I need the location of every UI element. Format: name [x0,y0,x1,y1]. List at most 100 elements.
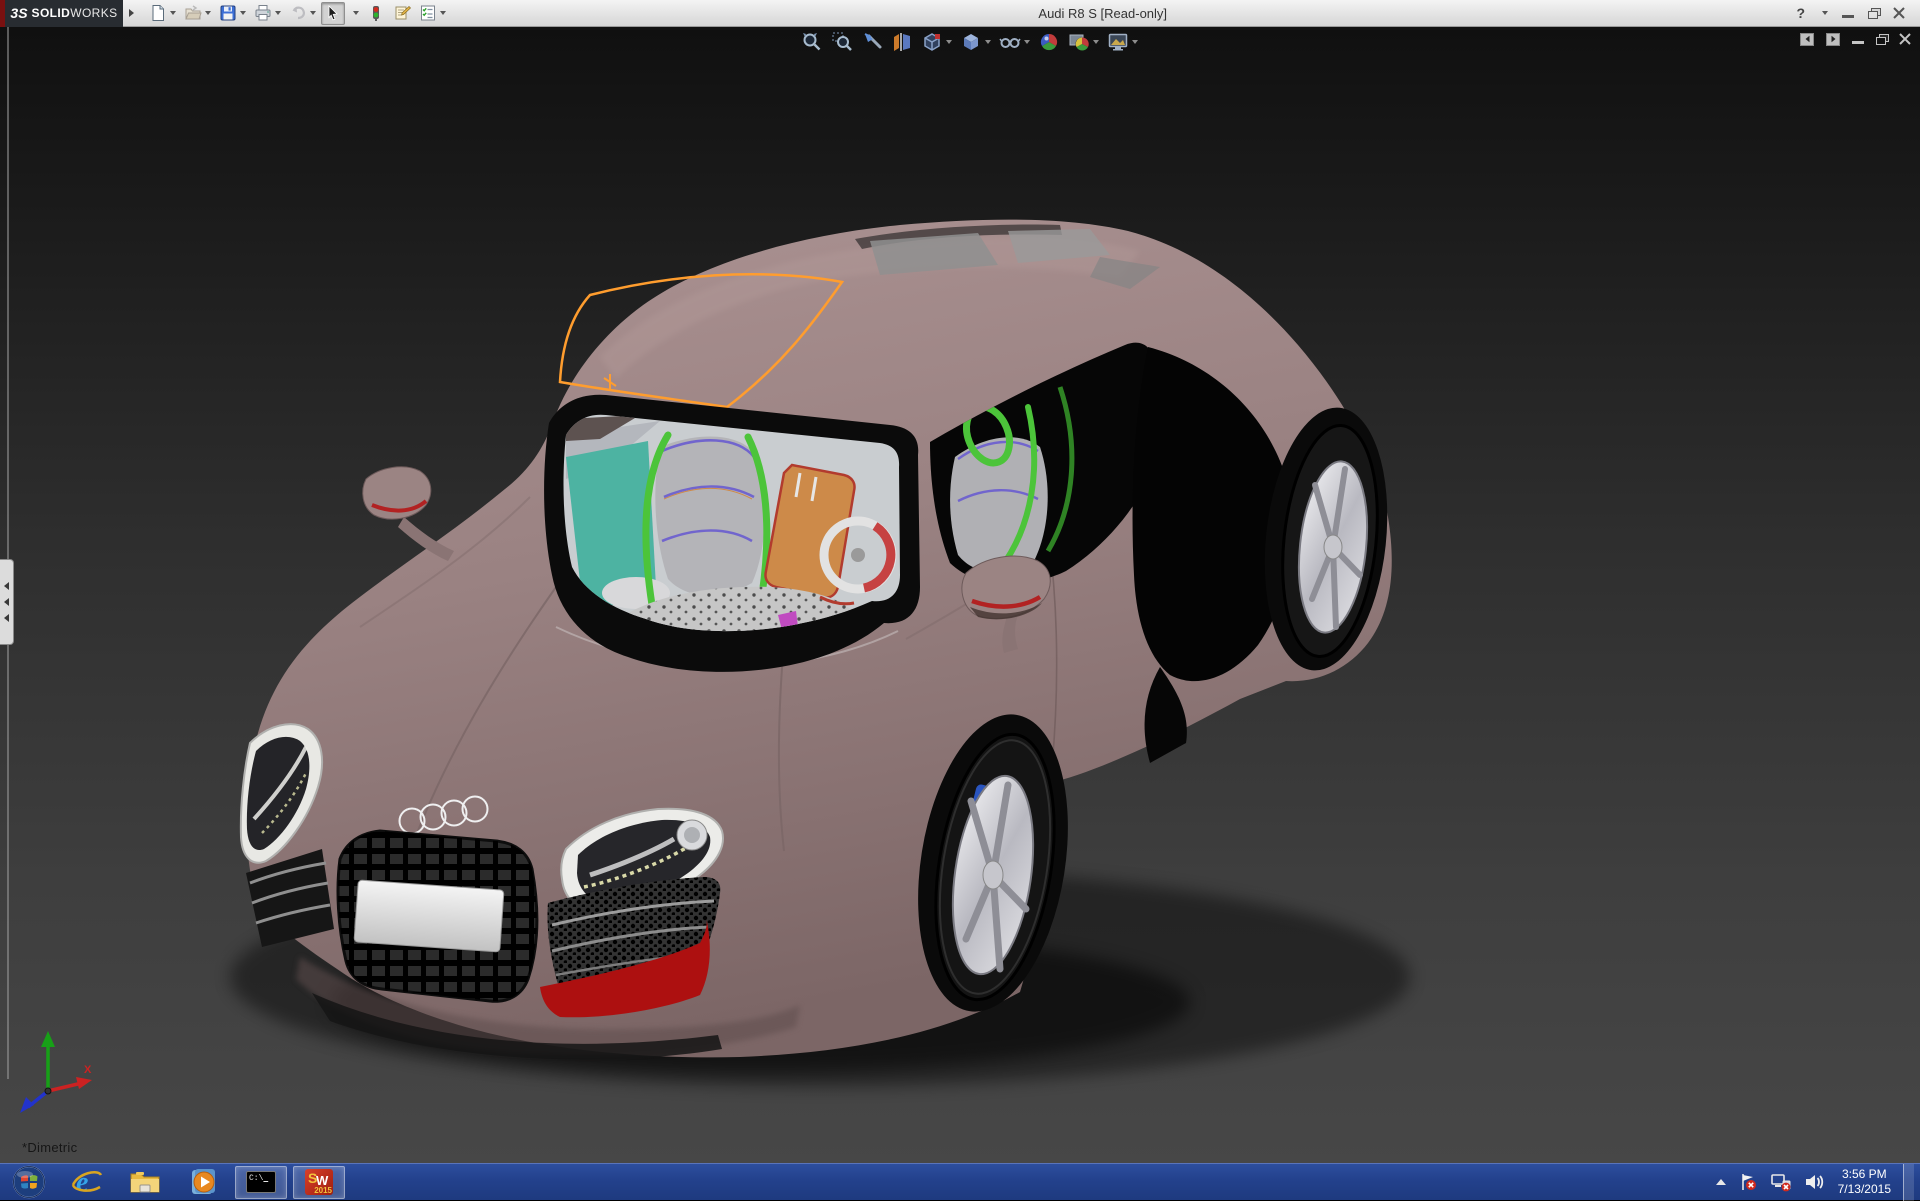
car-model-3d-view[interactable] [0,27,1920,1163]
print-button[interactable] [251,2,284,25]
window-title: Audi R8 S [Read-only] [1038,5,1168,21]
view-orientation-caret[interactable] [946,40,952,44]
menu-flyout-arrow-icon[interactable] [129,9,134,17]
options-dropdown-caret[interactable] [440,11,446,15]
left-mirror[interactable] [362,466,454,561]
feature-manager-splitter[interactable] [7,27,9,1079]
windows-start-icon [12,1165,46,1199]
clock-date: 7/13/2015 [1837,1182,1891,1196]
select-dropdown-caret[interactable] [353,11,359,15]
show-right-pane-button[interactable] [1826,32,1840,46]
solidworks-2015-icon: S W 2015 [305,1169,333,1195]
command-prompt-button[interactable]: C:\ [235,1165,287,1199]
action-center-flag-icon[interactable] [1738,1172,1758,1192]
show-left-pane-button[interactable] [1800,32,1814,46]
solidworks-logo-mark: 3S [10,5,28,21]
zoom-to-area-button[interactable] [830,30,854,54]
view-settings-button[interactable] [1106,30,1139,54]
system-tray: 3:56 PM 7/13/2015 [1715,1163,1920,1201]
select-dropdown-button[interactable] [347,2,362,25]
file-properties-button[interactable] [390,2,414,25]
internet-explorer-icon: e [71,1167,103,1198]
hide-show-items-button[interactable] [998,30,1031,54]
front-grille[interactable] [336,829,539,1003]
section-view-button[interactable] [890,30,914,54]
open-document-button[interactable] [181,2,214,25]
save-floppy-icon [220,5,236,21]
previous-view-button[interactable] [860,30,884,54]
document-close-button[interactable] [1898,32,1912,46]
solidworks-logo-text: SOLIDWORKS [32,6,118,20]
solidworks-logo: 3S SOLIDWORKS [5,0,123,27]
windows-taskbar: e C:\ S W 2015 3:56 PM 7/13/2015 [0,1163,1920,1201]
minimize-button[interactable] [1842,8,1854,18]
show-hidden-icons-button[interactable] [1715,1179,1726,1185]
apply-scene-caret[interactable] [1093,40,1099,44]
headsup-view-toolbar [800,30,1139,54]
help-dropdown-caret[interactable] [1822,11,1828,15]
display-style-button[interactable] [959,30,992,54]
open-dropdown-caret[interactable] [205,11,211,15]
collapse-arrow-icon [4,598,9,606]
rebuild-button[interactable] [364,2,388,25]
help-button[interactable]: ? [1796,5,1805,21]
pane-right-arrow-icon [1831,35,1835,43]
new-dropdown-caret[interactable] [170,11,176,15]
document-window-controls [1800,32,1912,46]
collapse-arrow-icon [4,582,9,590]
rebuild-traffic-light-icon [373,6,379,21]
select-cursor-icon [328,5,338,21]
print-dropdown-caret[interactable] [275,11,281,15]
reference-triad: X [20,1031,92,1113]
restore-button[interactable] [1868,11,1878,19]
titlebar-right-controls: ? [1796,5,1906,21]
options-button[interactable] [416,2,449,25]
x-axis-arrow [76,1077,92,1089]
select-tool-button[interactable] [321,1,345,25]
file-properties-icon [395,6,411,20]
x-axis-label: X [84,1064,92,1076]
view-settings-caret[interactable] [1132,40,1138,44]
start-button[interactable] [3,1165,55,1199]
taskbar-clock[interactable]: 3:56 PM 7/13/2015 [1838,1167,1891,1197]
license-plate [353,879,505,953]
view-orientation-button[interactable] [920,30,953,54]
zoom-to-fit-button[interactable] [800,30,824,54]
open-folder-icon [185,5,202,20]
command-prompt-icon: C:\ [246,1171,276,1193]
edit-appearance-button[interactable] [1037,30,1061,54]
apply-scene-icon [1069,34,1089,51]
undo-dropdown-caret[interactable] [310,11,316,15]
feature-manager-collapsed-tab[interactable] [0,559,14,645]
graphics-viewport[interactable]: X *Dimetric [0,27,1920,1163]
document-restore-button[interactable] [1876,36,1886,45]
network-disconnected-icon[interactable] [1770,1172,1792,1192]
zoom-to-fit-icon [803,33,821,51]
options-icon [421,5,435,21]
undo-button[interactable] [286,2,319,25]
section-view-icon [894,33,910,51]
y-axis-arrow [41,1031,55,1047]
folder-icon [130,1172,160,1193]
new-document-button[interactable] [146,2,179,25]
windows-explorer-button[interactable] [119,1166,171,1199]
apply-scene-button[interactable] [1067,30,1100,54]
print-icon [255,5,271,21]
media-player-button[interactable] [177,1166,229,1199]
collapse-arrow-icon [4,614,9,622]
standard-toolbar [146,1,449,25]
clock-time: 3:56 PM [1841,1167,1887,1181]
show-desktop-button[interactable] [1903,1163,1914,1201]
hide-show-items-caret[interactable] [1024,40,1030,44]
save-dropdown-caret[interactable] [240,11,246,15]
document-minimize-button[interactable] [1852,34,1864,44]
windshield[interactable] [540,394,926,672]
internet-explorer-button[interactable]: e [61,1166,113,1199]
view-settings-icon [1108,33,1128,51]
solidworks-2015-button[interactable]: S W 2015 [293,1165,345,1199]
close-button[interactable] [1892,6,1906,20]
save-button[interactable] [216,2,249,25]
volume-icon[interactable] [1804,1172,1826,1192]
z-axis-arrow [20,1097,34,1113]
display-style-caret[interactable] [985,40,991,44]
